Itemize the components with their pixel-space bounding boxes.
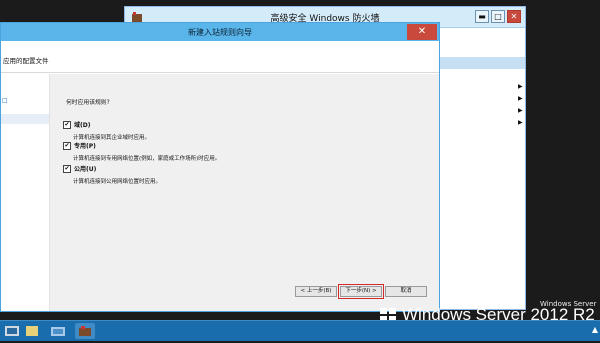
back-button[interactable]: < 上一步(B) — [295, 286, 337, 297]
actions-header[interactable] — [435, 57, 525, 69]
server-manager-icon[interactable] — [2, 323, 22, 339]
private-checkbox[interactable]: ✔ — [63, 141, 71, 150]
nav-current-step[interactable] — [1, 114, 49, 124]
tray-chevron-icon[interactable]: ▲ — [592, 325, 598, 334]
wizard-close-button[interactable]: ✕ — [407, 24, 437, 40]
public-label[interactable]: 公用(U) — [74, 164, 96, 173]
action-arrow-icon[interactable]: ▶ — [518, 119, 523, 126]
private-label[interactable]: 专用(P) — [74, 141, 96, 150]
taskbar: ▲ — [0, 320, 600, 341]
domain-description: 计算机连接到其企业域时应用。 — [73, 135, 151, 141]
public-checkbox[interactable]: ✔ — [63, 164, 71, 173]
minimize-button[interactable]: ▬ — [475, 10, 489, 23]
action-arrow-icon[interactable]: ▶ — [518, 83, 523, 90]
option-domain: ✔ 域(D) 计算机连接到其企业域时应用。 — [63, 120, 150, 141]
wizard-steps-nav: □ — [1, 74, 50, 311]
wizard-titlebar: 新建入站规则向导 ✕ — [1, 23, 439, 41]
public-description: 计算机连接到公用网络位置时应用。 — [73, 179, 162, 185]
option-private: ✔ 专用(P) 计算机连接到专用网络位置(例如，家庭或工作场所)时应用。 — [63, 141, 220, 162]
question-label: 何时应用该规则? — [66, 100, 110, 106]
domain-label[interactable]: 域(D) — [74, 120, 90, 129]
wizard-header: 应用的配置文件 — [1, 41, 439, 73]
close-button[interactable]: ✕ — [507, 10, 521, 23]
action-arrow-icon[interactable]: ▶ — [518, 107, 523, 114]
wizard-title: 新建入站规则向导 — [188, 27, 252, 37]
private-description: 计算机连接到专用网络位置(例如，家庭或工作场所)时应用。 — [73, 156, 221, 162]
option-public: ✔ 公用(U) 计算机连接到公用网络位置时应用。 — [63, 164, 161, 185]
maximize-button[interactable]: □ — [491, 10, 505, 23]
firewall-icon[interactable] — [75, 323, 95, 339]
powershell-icon[interactable] — [22, 323, 42, 339]
cancel-button[interactable]: 取消 — [385, 286, 427, 297]
wizard-content: 何时应用该规则? ✔ 域(D) 计算机连接到其企业域时应用。 ✔ 专用(P) 计… — [50, 74, 439, 311]
action-arrow-icon[interactable]: ▶ — [518, 95, 523, 102]
next-button[interactable]: 下一步(N) > — [338, 284, 384, 299]
wizard-step-heading: 应用的配置文件 — [3, 57, 49, 65]
file-explorer-icon[interactable] — [48, 323, 68, 339]
domain-checkbox[interactable]: ✔ — [63, 120, 71, 129]
new-inbound-rule-wizard: 新建入站规则向导 ✕ 应用的配置文件 □ 何时应用该规则? ✔ 域(D) 计算机… — [0, 22, 440, 312]
actions-pane — [435, 33, 525, 303]
nav-step-link[interactable]: □ — [2, 97, 8, 104]
